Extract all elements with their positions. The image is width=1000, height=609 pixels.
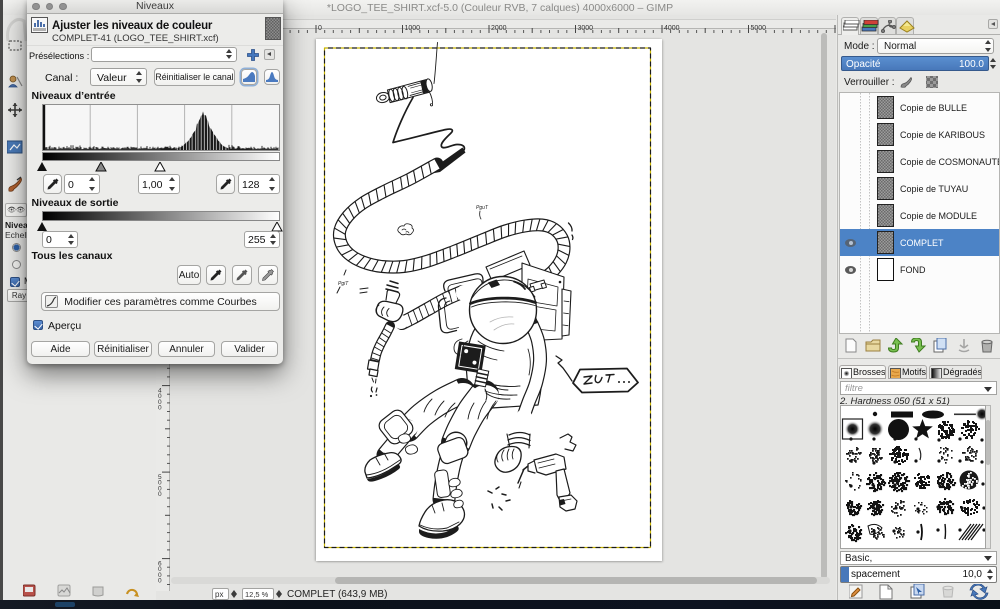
svg-text:5000: 5000 — [751, 25, 767, 32]
svg-text:PɡuT: PɡuT — [476, 205, 489, 211]
svg-text:0: 0 — [318, 25, 322, 32]
svg-text:3000: 3000 — [578, 25, 594, 32]
svg-text:1000: 1000 — [405, 25, 421, 32]
svg-text:0: 0 — [158, 577, 162, 584]
svg-text:0: 0 — [158, 491, 162, 498]
svg-text:4000: 4000 — [664, 25, 680, 32]
svg-text:PɡiT: PɡiT — [338, 281, 349, 287]
svg-text:2000: 2000 — [491, 25, 507, 32]
svg-text:0: 0 — [158, 404, 162, 411]
